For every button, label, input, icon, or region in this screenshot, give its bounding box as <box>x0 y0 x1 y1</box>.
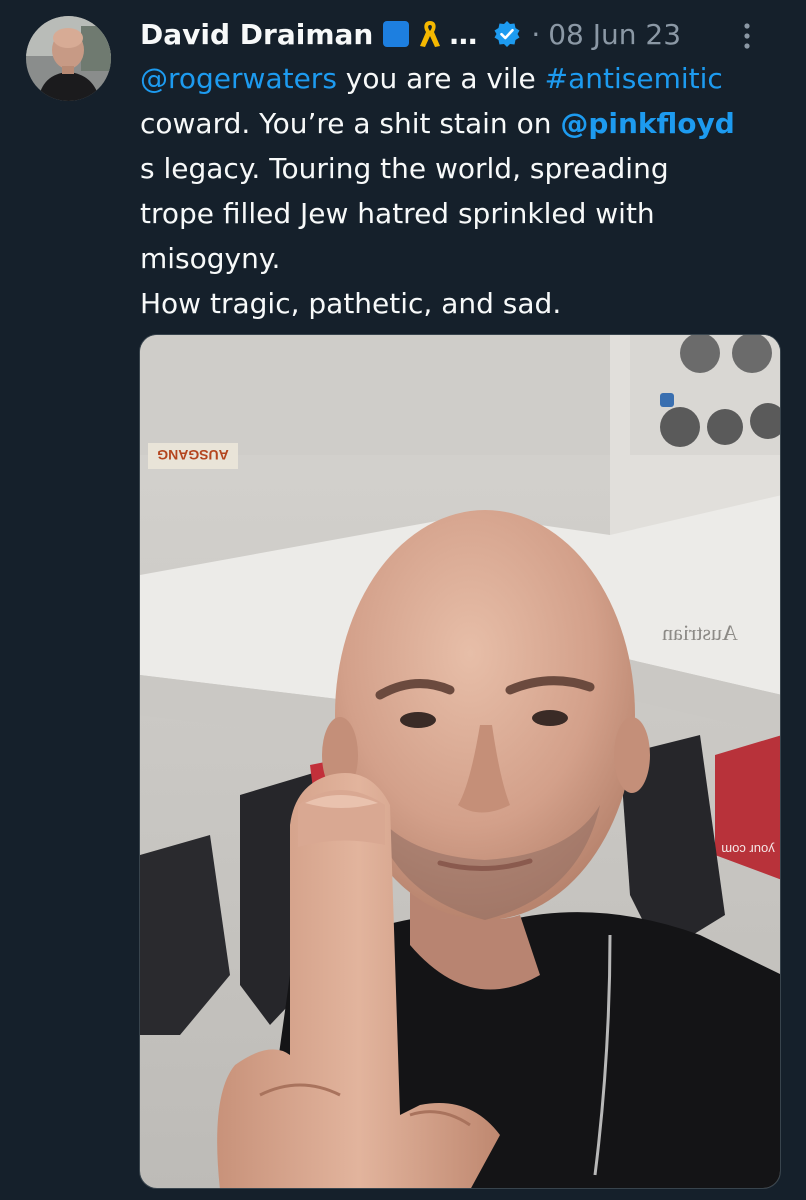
mention-link[interactable]: @pinkfloyd <box>560 107 734 140</box>
tweet-photo[interactable]: AUSGANG Austrian your com <box>139 334 781 1189</box>
tweet-line-6: How tragic, pathetic, and sad. <box>140 287 562 320</box>
name-truncation: … <box>449 17 478 51</box>
selfie-photo: AUSGANG Austrian your com <box>140 335 780 1188</box>
tweet-text-segment: coward. You’re a shit stain on <box>140 107 561 140</box>
more-vertical-icon[interactable] <box>740 18 754 54</box>
mention-link[interactable]: @rogerwaters <box>140 62 337 95</box>
tweet-line-4: trope filled Jew hatred sprinkled with <box>140 197 655 230</box>
airline-text: Austrian <box>662 620 738 645</box>
tweet-date[interactable]: 08 Jun 23 <box>548 18 681 51</box>
tweet-text-segment: you are a vile <box>336 62 545 95</box>
separator-dot: · <box>531 17 541 51</box>
author-display-name[interactable]: David Draiman <box>140 18 373 51</box>
avatar-image <box>26 16 111 101</box>
tweet-line-3: s legacy. Touring the world, spreading <box>140 152 669 185</box>
yellow-ribbon-emoji-icon <box>417 18 443 50</box>
tweet-line-1: @rogerwaters you are a vile #antisemitic <box>140 56 790 101</box>
seat-text: your com <box>721 842 774 857</box>
hashtag-link[interactable]: #antisemitic <box>545 62 723 95</box>
tweet-line-5: misogyny. <box>140 242 281 275</box>
tweet-text: @rogerwaters you are a vile #antisemitic… <box>140 56 790 326</box>
exit-sign-text: AUSGANG <box>157 447 229 463</box>
verified-badge-icon[interactable] <box>493 20 521 48</box>
blue-square-emoji-icon <box>383 21 410 47</box>
avatar[interactable] <box>26 16 111 101</box>
tweet-line-2: coward. You’re a shit stain on @pinkfloy… <box>140 101 790 146</box>
tweet-header: David Draiman … · 08 Jun 23 <box>140 14 780 54</box>
